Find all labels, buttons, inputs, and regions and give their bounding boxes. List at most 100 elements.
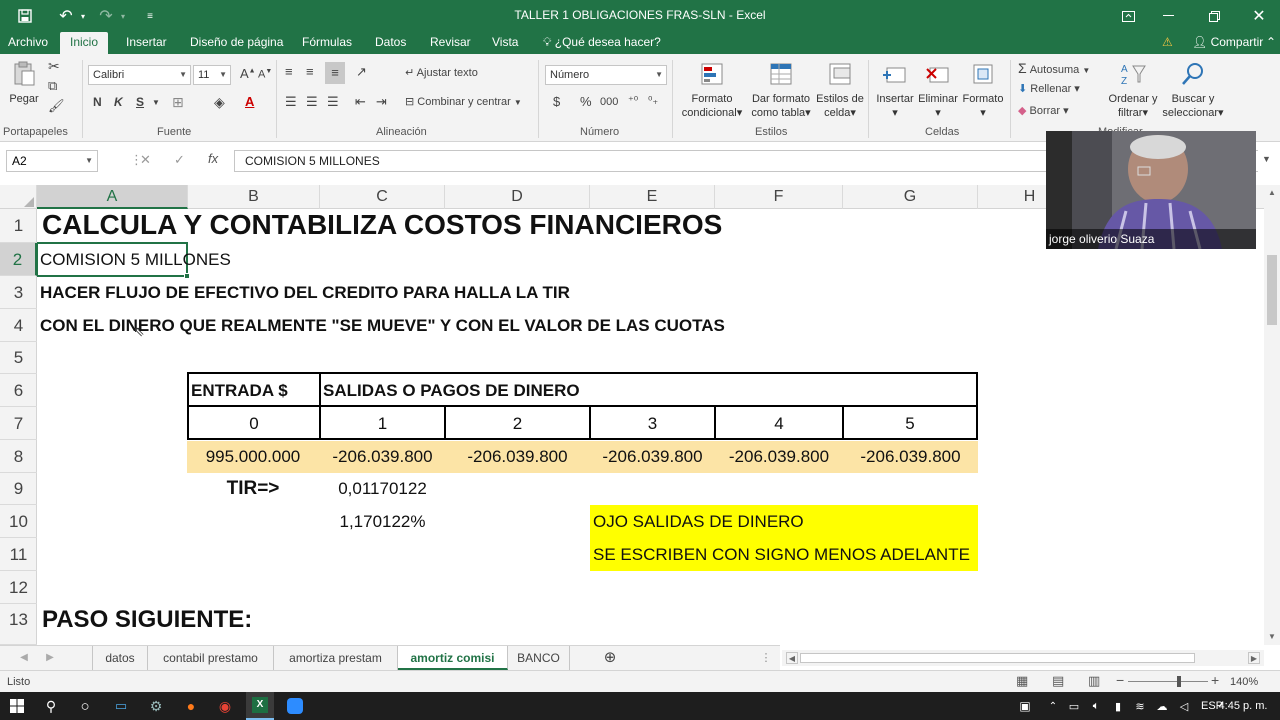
- name-box[interactable]: A2 ▼: [6, 150, 98, 172]
- customize-toolbar-icon[interactable]: ≡: [140, 0, 160, 32]
- collapse-ribbon-icon[interactable]: ⌃: [1264, 32, 1278, 54]
- row-header-5[interactable]: 5: [0, 342, 37, 374]
- sheet-tab-contabil-prestamo[interactable]: contabil prestamo: [148, 646, 274, 670]
- cell-a1[interactable]: CALCULA Y CONTABILIZA COSTOS FINANCIEROS: [42, 209, 722, 241]
- sheet-tab-amortiz-comisi[interactable]: amortiz comisi: [398, 646, 508, 670]
- cell-d8[interactable]: -206.039.800: [445, 441, 590, 473]
- bold-button[interactable]: N: [93, 95, 102, 109]
- chevron-down-icon[interactable]: ▼: [152, 98, 160, 107]
- cell-a3[interactable]: HACER FLUJO DE EFECTIVO DEL CREDITO PARA…: [40, 276, 570, 309]
- vertical-scroll-thumb[interactable]: [1267, 255, 1277, 325]
- zoom-level[interactable]: 140%: [1230, 671, 1258, 693]
- battery-icon[interactable]: ▮: [1108, 692, 1128, 720]
- row-header-3[interactable]: 3: [0, 276, 37, 309]
- find-select-button[interactable]: Buscar y seleccionar▾: [1160, 60, 1226, 120]
- format-cells-button[interactable]: Formato ▾: [960, 60, 1006, 120]
- thousands-button[interactable]: 000: [600, 96, 618, 108]
- cell-c8[interactable]: -206.039.800: [319, 441, 446, 473]
- speaker-icon[interactable]: ◁: [1174, 692, 1194, 720]
- warning-icon[interactable]: ⚠: [1160, 32, 1175, 54]
- excel-taskbar-icon[interactable]: X: [246, 692, 274, 720]
- column-header-e[interactable]: E: [590, 185, 715, 209]
- clear-button[interactable]: ◆ Borrar ▾: [1018, 104, 1069, 117]
- underline-button[interactable]: S: [136, 95, 144, 109]
- zoom-slider-thumb[interactable]: [1177, 676, 1181, 687]
- increase-indent-icon[interactable]: ⇥: [376, 94, 387, 110]
- cut-icon[interactable]: ✂: [48, 58, 60, 75]
- restore-icon[interactable]: [1202, 0, 1226, 32]
- sheet-tab-banco[interactable]: BANCO: [508, 646, 570, 670]
- wrap-text-button[interactable]: ↵ Ajustar texto: [405, 66, 478, 79]
- tab-revisar[interactable]: Revisar: [428, 32, 473, 54]
- zoom-app-icon[interactable]: [282, 692, 308, 720]
- column-header-a[interactable]: A: [37, 185, 188, 209]
- scroll-tabs-right-icon[interactable]: ▶: [38, 646, 62, 670]
- select-all-corner[interactable]: [0, 185, 37, 209]
- sheet-tab-amortiza-prestam[interactable]: amortiza prestam: [274, 646, 398, 670]
- chevron-up-icon[interactable]: ⌃: [1044, 692, 1062, 720]
- zoom-in-icon[interactable]: +: [1211, 672, 1219, 688]
- row-header-1[interactable]: 1: [0, 209, 37, 243]
- fill-color-icon[interactable]: ◈: [214, 94, 225, 111]
- taskbar-clock[interactable]: 4:45 p. m.: [1212, 692, 1274, 720]
- search-icon[interactable]: ⚲: [38, 692, 64, 720]
- cell-b8[interactable]: 995.000.000: [187, 441, 319, 473]
- undo-dropdown-icon[interactable]: ▾: [77, 0, 89, 32]
- tab-inicio[interactable]: Inicio: [60, 32, 109, 54]
- cell-styles-button[interactable]: Estilos de celda▾: [813, 60, 867, 120]
- cell-e7[interactable]: 3: [591, 407, 714, 440]
- row-header-2[interactable]: 2: [0, 243, 37, 276]
- cell-a13[interactable]: PASO SIGUIENTE:: [42, 604, 252, 636]
- horizontal-scroll-thumb[interactable]: [800, 653, 1195, 663]
- redo-icon[interactable]: ↷: [95, 0, 117, 32]
- tab-archivo[interactable]: Archivo: [6, 32, 50, 54]
- function-icon[interactable]: fx: [208, 151, 218, 166]
- increase-font-icon[interactable]: A▲: [240, 66, 256, 81]
- cell-c7[interactable]: 1: [321, 407, 444, 440]
- tab-insertar[interactable]: Insertar: [124, 32, 169, 54]
- scroll-tabs-left-icon[interactable]: ◀: [12, 646, 36, 670]
- autosum-button[interactable]: Σ Autosuma ▼: [1018, 60, 1090, 76]
- cell-g8[interactable]: -206.039.800: [843, 441, 978, 473]
- cell-b6[interactable]: ENTRADA $: [191, 375, 288, 407]
- page-layout-icon[interactable]: ▤: [1052, 673, 1064, 689]
- column-header-b[interactable]: B: [188, 185, 320, 209]
- align-left-icon[interactable]: ☰: [285, 94, 297, 110]
- row-header-7[interactable]: 7: [0, 407, 37, 440]
- align-top-icon[interactable]: ≡: [285, 64, 293, 79]
- column-header-g[interactable]: G: [843, 185, 978, 209]
- format-painter-icon[interactable]: 🖌︎: [48, 98, 65, 114]
- row-header-9[interactable]: 9: [0, 473, 37, 505]
- cell-e8[interactable]: -206.039.800: [590, 441, 715, 473]
- tab-formulas[interactable]: Fórmulas: [300, 32, 354, 54]
- scroll-down-icon[interactable]: ▼: [1264, 629, 1280, 645]
- undo-icon[interactable]: ↶: [55, 0, 77, 32]
- vertical-scrollbar[interactable]: ▲ ▼: [1264, 185, 1280, 645]
- cell-f8[interactable]: -206.039.800: [715, 441, 843, 473]
- enter-icon[interactable]: ✓: [174, 152, 185, 168]
- insert-cells-button[interactable]: Insertar ▾: [872, 60, 918, 120]
- cell-g7[interactable]: 5: [844, 407, 976, 440]
- row-header-8[interactable]: 8: [0, 440, 37, 473]
- cell-e10[interactable]: OJO SALIDAS DE DINERO: [593, 505, 804, 538]
- minimize-icon[interactable]: [1156, 0, 1180, 32]
- decrease-indent-icon[interactable]: ⇤: [355, 94, 366, 110]
- add-sheet-icon[interactable]: ⊕: [596, 646, 624, 670]
- scroll-left-icon[interactable]: ◀: [786, 652, 798, 664]
- number-format-select[interactable]: Número ▼: [545, 65, 667, 85]
- align-center-icon[interactable]: ☰: [306, 94, 318, 110]
- font-color-icon[interactable]: A: [245, 94, 254, 109]
- ribbon-display-icon[interactable]: [1116, 0, 1140, 32]
- onedrive-icon[interactable]: ☁: [1152, 692, 1172, 720]
- sheet-tab-datos[interactable]: datos: [92, 646, 148, 670]
- cortana-icon[interactable]: ○: [72, 692, 98, 720]
- tell-me-box[interactable]: 💡︎ ¿Qué desea hacer?: [541, 32, 663, 54]
- row-header-11[interactable]: 11: [0, 538, 37, 571]
- video-call-overlay[interactable]: jorge oliverio Suaza: [1046, 131, 1256, 249]
- column-header-c[interactable]: C: [320, 185, 445, 209]
- font-size-select[interactable]: 11 ▼: [193, 65, 231, 85]
- cell-c6[interactable]: SALIDAS O PAGOS DE DINERO: [323, 375, 580, 407]
- firefox-icon[interactable]: ●: [178, 692, 204, 720]
- percent-button[interactable]: %: [580, 94, 592, 109]
- orientation-icon[interactable]: ↗: [356, 64, 367, 80]
